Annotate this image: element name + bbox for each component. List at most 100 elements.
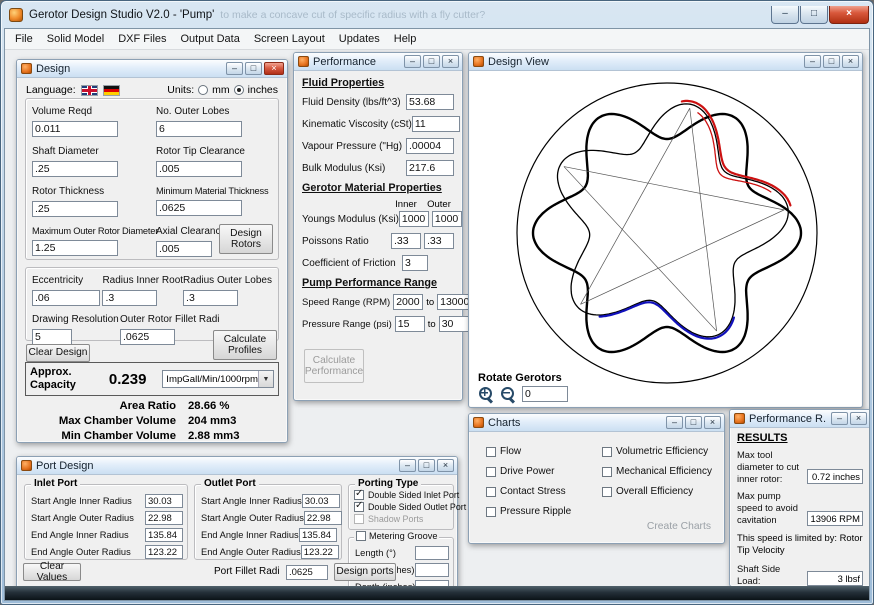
max-outer-rotor-diameter-input[interactable]	[32, 240, 118, 256]
menu-screen-layout[interactable]: Screen Layout	[247, 31, 332, 47]
youngs-modulus-outer-input[interactable]	[432, 211, 462, 227]
vapour-pressure-input[interactable]	[406, 138, 454, 154]
minimize-button[interactable]: –	[404, 55, 421, 68]
zoom-in-icon[interactable]	[478, 386, 494, 402]
clear-design-button[interactable]: Clear Design	[26, 344, 90, 362]
outer-lobes-input[interactable]	[156, 121, 242, 137]
volume-reqd-input[interactable]	[32, 121, 118, 137]
shaft-diameter-input[interactable]	[32, 161, 118, 177]
port-design-titlebar[interactable]: Port Design – □ ×	[17, 457, 457, 475]
minimize-button[interactable]: –	[804, 55, 821, 68]
rotor-tip-clearance-input[interactable]	[156, 161, 242, 177]
checkbox-double-sided-inlet[interactable]: Double Sided Inlet Port	[354, 490, 450, 500]
maximize-button[interactable]: □	[800, 6, 828, 24]
checkbox-pressure-ripple[interactable]: Pressure Ripple	[486, 506, 571, 517]
outlet-start-inner-input[interactable]	[302, 494, 340, 508]
rotate-angle-input[interactable]	[522, 386, 568, 402]
metering-depth-input[interactable]	[415, 580, 449, 586]
eccentricity-input[interactable]	[32, 290, 100, 306]
design-ports-button[interactable]: Design ports	[334, 563, 396, 581]
charts-titlebar[interactable]: Charts – □ ×	[469, 414, 724, 432]
flow-checkbox[interactable]	[486, 447, 496, 457]
maximize-button[interactable]: □	[245, 62, 262, 75]
calculate-performance-button[interactable]: Calculate Performance	[304, 349, 364, 383]
metering-width-input[interactable]	[415, 563, 449, 577]
outer-rotor-fillet-radi-input[interactable]	[120, 329, 175, 345]
radius-inner-root-input[interactable]	[102, 290, 157, 306]
calculate-profiles-button[interactable]: Calculate Profiles	[213, 330, 277, 360]
capacity-unit-dropdown[interactable]: ImpGall/Min/1000rpm ▼	[162, 370, 274, 388]
units-mm-radio[interactable]	[198, 85, 208, 95]
create-charts-button[interactable]: Create Charts	[647, 521, 711, 532]
menu-output-data[interactable]: Output Data	[174, 31, 247, 47]
clear-values-button[interactable]: Clear Values	[23, 563, 81, 581]
poissons-ratio-inner-input[interactable]	[391, 233, 421, 249]
poissons-ratio-outer-input[interactable]	[424, 233, 454, 249]
double-sided-inlet-checkbox[interactable]	[354, 490, 364, 500]
menu-file[interactable]: File	[8, 31, 40, 47]
minimize-button[interactable]: –	[771, 6, 799, 24]
design-rotors-button[interactable]: Design Rotors	[219, 224, 273, 254]
rotor-thickness-input[interactable]	[32, 201, 118, 217]
uk-flag-icon[interactable]	[81, 85, 98, 96]
outlet-end-inner-input[interactable]	[299, 528, 337, 542]
close-icon[interactable]: ×	[704, 416, 721, 429]
close-button[interactable]: ×	[829, 6, 869, 24]
maximize-button[interactable]: □	[423, 55, 440, 68]
maximize-button[interactable]: □	[823, 55, 840, 68]
radius-outer-lobes-input[interactable]	[183, 290, 238, 306]
menu-solid-model[interactable]: Solid Model	[40, 31, 111, 47]
maximize-button[interactable]: □	[418, 459, 435, 472]
double-sided-outlet-checkbox[interactable]	[354, 502, 364, 512]
maximize-button[interactable]: □	[685, 416, 702, 429]
volumetric-efficiency-checkbox[interactable]	[602, 447, 612, 457]
inlet-start-inner-input[interactable]	[145, 494, 183, 508]
overall-efficiency-checkbox[interactable]	[602, 487, 612, 497]
speed-range-from-input[interactable]	[393, 294, 423, 310]
menu-updates[interactable]: Updates	[332, 31, 387, 47]
contact-stress-checkbox[interactable]	[486, 487, 496, 497]
performance-titlebar[interactable]: Performance – □ ×	[294, 53, 462, 71]
bulk-modulus-input[interactable]	[406, 160, 454, 176]
pressure-range-from-input[interactable]	[395, 316, 425, 332]
minimize-button[interactable]: –	[666, 416, 683, 429]
drive-power-checkbox[interactable]	[486, 467, 496, 477]
inlet-end-inner-input[interactable]	[145, 528, 183, 542]
inlet-end-outer-input[interactable]	[145, 545, 183, 559]
inlet-start-outer-input[interactable]	[145, 511, 183, 525]
youngs-modulus-inner-input[interactable]	[399, 211, 429, 227]
checkbox-drive-power[interactable]: Drive Power	[486, 466, 571, 477]
drawing-resolution-input[interactable]	[32, 329, 72, 345]
axial-clearance-input[interactable]	[156, 241, 212, 257]
zoom-out-icon[interactable]	[500, 386, 516, 402]
results-titlebar[interactable]: Performance R... – ×	[730, 410, 869, 428]
units-inches-radio[interactable]	[234, 85, 244, 95]
design-titlebar[interactable]: Design – □ ×	[17, 60, 287, 78]
fluid-density-input[interactable]	[406, 94, 454, 110]
kinematic-viscosity-input[interactable]	[412, 116, 460, 132]
checkbox-mechanical-efficiency[interactable]: Mechanical Efficiency	[602, 466, 712, 477]
close-icon[interactable]: ×	[842, 55, 859, 68]
checkbox-overall-efficiency[interactable]: Overall Efficiency	[602, 486, 712, 497]
menu-dxf-files[interactable]: DXF Files	[111, 31, 173, 47]
min-material-thickness-input[interactable]	[156, 200, 242, 216]
mechanical-efficiency-checkbox[interactable]	[602, 467, 612, 477]
close-icon[interactable]: ×	[437, 459, 454, 472]
close-icon[interactable]: ×	[442, 55, 459, 68]
chevron-down-icon[interactable]: ▼	[258, 371, 273, 387]
checkbox-double-sided-outlet[interactable]: Double Sided Outlet Port	[354, 502, 450, 512]
checkbox-volumetric-efficiency[interactable]: Volumetric Efficiency	[602, 446, 712, 457]
minimize-button[interactable]: –	[831, 412, 848, 425]
design-view-titlebar[interactable]: Design View – □ ×	[469, 53, 862, 71]
minimize-button[interactable]: –	[399, 459, 416, 472]
port-fillet-radi-input[interactable]	[286, 565, 328, 580]
outlet-end-outer-input[interactable]	[301, 545, 339, 559]
minimize-button[interactable]: –	[226, 62, 243, 75]
checkbox-flow[interactable]: Flow	[486, 446, 571, 457]
metering-length-input[interactable]	[415, 546, 449, 560]
close-icon[interactable]: ×	[850, 412, 867, 425]
window-titlebar[interactable]: Gerotor Design Studio V2.0 - 'Pump' to m…	[1, 1, 873, 25]
pressure-ripple-checkbox[interactable]	[486, 507, 496, 517]
coefficient-friction-input[interactable]	[402, 255, 428, 271]
menu-help[interactable]: Help	[387, 31, 424, 47]
